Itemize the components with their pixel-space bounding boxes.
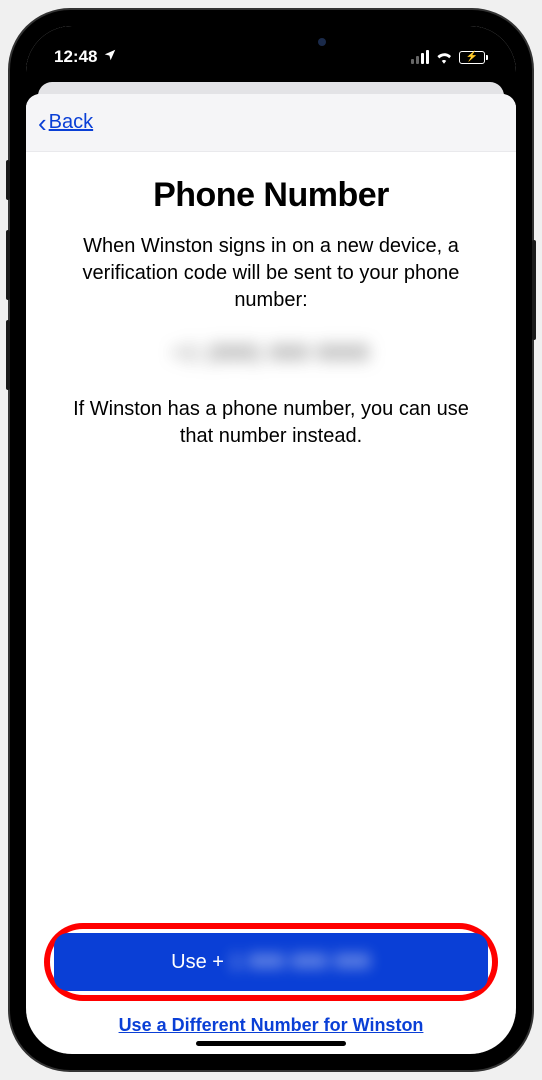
description-text: When Winston signs in on a new device, a… — [50, 233, 492, 314]
phone-frame: 12:48 ⚡ — [10, 10, 532, 1070]
use-number-button[interactable]: Use + 1 888 888 888 — [54, 933, 488, 991]
use-number-redacted: 1 888 888 888 — [230, 951, 371, 974]
back-button[interactable]: ‹ Back — [38, 110, 93, 136]
notch — [166, 26, 376, 58]
chevron-left-icon: ‹ — [38, 110, 47, 136]
face-id-sensor — [318, 38, 326, 46]
back-label: Back — [49, 111, 93, 134]
page-title: Phone Number — [153, 176, 389, 215]
description-text-2: If Winston has a phone number, you can u… — [50, 396, 492, 450]
screen: 12:48 ⚡ — [26, 26, 516, 1054]
use-number-prefix: Use + — [171, 951, 224, 974]
phone-number-redacted: +1 (888) 888 8888 — [172, 340, 369, 366]
home-indicator[interactable] — [196, 1041, 346, 1046]
location-services-icon — [103, 47, 117, 67]
modal-stack: ‹ Back Phone Number When Winston signs i… — [26, 74, 516, 1054]
foreground-card: ‹ Back Phone Number When Winston signs i… — [26, 94, 516, 1054]
content-area: Phone Number When Winston signs in on a … — [26, 152, 516, 923]
volume-up-button — [6, 230, 10, 300]
power-button — [532, 240, 536, 340]
bottom-actions: Use + 1 888 888 888 Use a Different Numb… — [26, 923, 516, 1054]
cellular-signal-icon — [411, 50, 429, 64]
annotation-highlight: Use + 1 888 888 888 — [44, 923, 498, 1001]
volume-down-button — [6, 320, 10, 390]
battery-charging-icon: ⚡ — [459, 51, 488, 64]
status-time: 12:48 — [54, 47, 97, 67]
nav-bar: ‹ Back — [26, 94, 516, 152]
wifi-icon — [435, 50, 453, 64]
use-different-number-link[interactable]: Use a Different Number for Winston — [44, 1015, 498, 1036]
mute-switch — [6, 160, 10, 200]
